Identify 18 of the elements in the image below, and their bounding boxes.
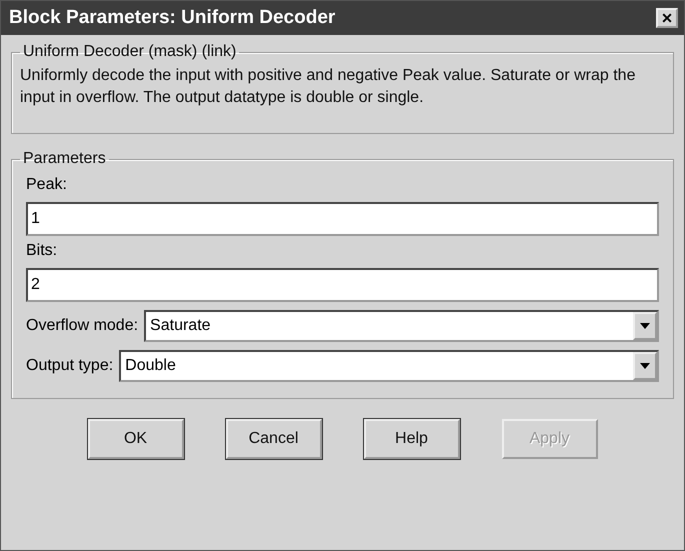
group-title: Uniform Decoder (mask) (link) bbox=[22, 43, 238, 61]
dropdown-arrow-icon bbox=[640, 323, 650, 329]
group-title: Parameters bbox=[22, 150, 107, 168]
field-label: Output type: bbox=[26, 357, 114, 375]
dialog-button[interactable]: Cancel bbox=[226, 419, 322, 459]
close-button[interactable]: × bbox=[656, 8, 678, 28]
field-label: Peak: bbox=[26, 176, 68, 194]
dialog-button[interactable]: OK bbox=[88, 419, 184, 459]
dialog-button[interactable]: Help bbox=[364, 419, 460, 459]
field-label: Bits: bbox=[26, 242, 58, 260]
field-label: Overflow mode: bbox=[26, 317, 138, 335]
dropdown-arrow-icon bbox=[640, 363, 650, 369]
input-field[interactable]: 2 bbox=[26, 268, 659, 302]
description-text: Uniformly decode the input with positive and negative Peak value. Saturate or wrap the input in overflow. The output datatype is double or single. bbox=[20, 66, 636, 108]
input-field[interactable]: 1 bbox=[26, 202, 659, 236]
window-title: Block Parameters: Uniform Decoder bbox=[9, 7, 336, 29]
dropdown[interactable]: Saturate bbox=[144, 310, 659, 342]
dropdown[interactable]: Double bbox=[119, 350, 659, 382]
